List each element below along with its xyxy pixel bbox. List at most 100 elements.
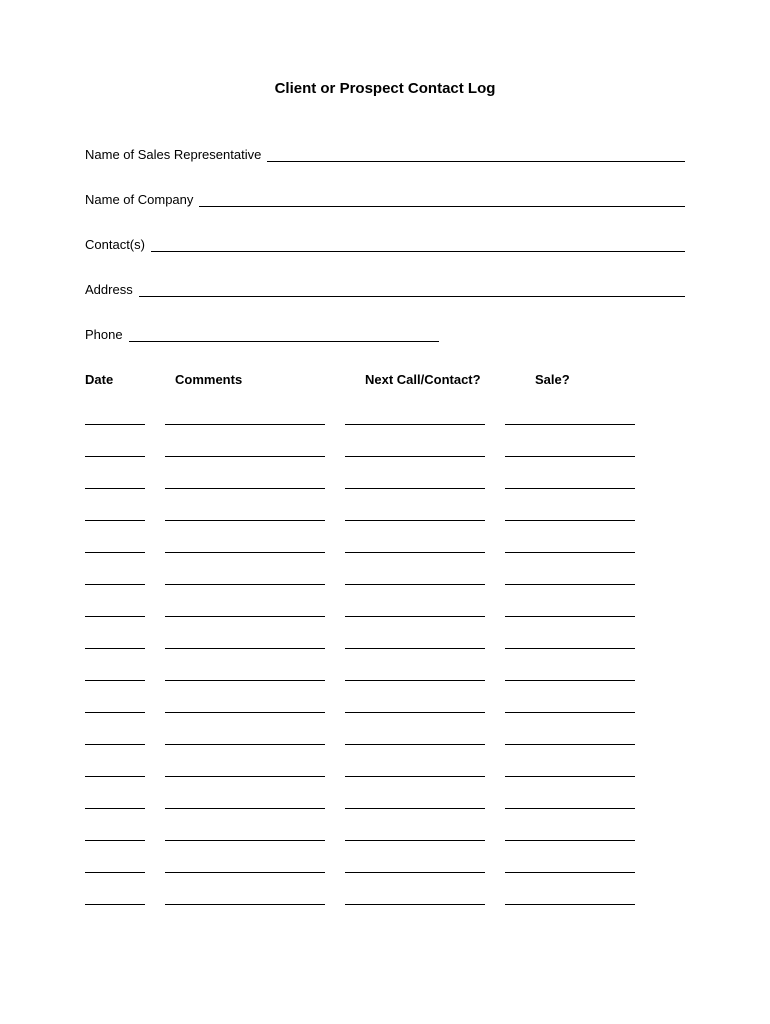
page-title: Client or Prospect Contact Log xyxy=(85,80,685,97)
cell-sale[interactable] xyxy=(505,701,635,713)
company-field: Name of Company xyxy=(85,192,685,207)
cell-sale[interactable] xyxy=(505,669,635,681)
cell-date[interactable] xyxy=(85,829,145,841)
cell-next[interactable] xyxy=(345,797,485,809)
cell-next[interactable] xyxy=(345,765,485,777)
phone-line[interactable] xyxy=(129,328,439,342)
header-next: Next Call/Contact? xyxy=(365,372,535,387)
cell-date[interactable] xyxy=(85,605,145,617)
cell-date[interactable] xyxy=(85,669,145,681)
company-label: Name of Company xyxy=(85,192,193,207)
phone-label: Phone xyxy=(85,327,123,342)
contacts-field: Contact(s) xyxy=(85,237,685,252)
cell-sale[interactable] xyxy=(505,829,635,841)
address-line[interactable] xyxy=(139,283,685,297)
table-row xyxy=(85,445,685,457)
table-row xyxy=(85,637,685,649)
cell-comments[interactable] xyxy=(165,733,325,745)
cell-sale[interactable] xyxy=(505,509,635,521)
cell-date[interactable] xyxy=(85,637,145,649)
cell-sale[interactable] xyxy=(505,637,635,649)
sales-rep-field: Name of Sales Representative xyxy=(85,147,685,162)
cell-comments[interactable] xyxy=(165,861,325,873)
cell-next[interactable] xyxy=(345,445,485,457)
cell-date[interactable] xyxy=(85,861,145,873)
table-row xyxy=(85,765,685,777)
cell-date[interactable] xyxy=(85,445,145,457)
table-row xyxy=(85,669,685,681)
table-row xyxy=(85,541,685,553)
cell-comments[interactable] xyxy=(165,509,325,521)
header-date: Date xyxy=(85,372,175,387)
cell-sale[interactable] xyxy=(505,893,635,905)
cell-comments[interactable] xyxy=(165,573,325,585)
table-row xyxy=(85,797,685,809)
cell-comments[interactable] xyxy=(165,829,325,841)
table-row xyxy=(85,509,685,521)
cell-sale[interactable] xyxy=(505,413,635,425)
cell-date[interactable] xyxy=(85,797,145,809)
cell-sale[interactable] xyxy=(505,797,635,809)
cell-comments[interactable] xyxy=(165,669,325,681)
cell-sale[interactable] xyxy=(505,733,635,745)
cell-sale[interactable] xyxy=(505,861,635,873)
cell-sale[interactable] xyxy=(505,541,635,553)
cell-comments[interactable] xyxy=(165,893,325,905)
address-field: Address xyxy=(85,282,685,297)
cell-comments[interactable] xyxy=(165,477,325,489)
cell-sale[interactable] xyxy=(505,605,635,617)
cell-comments[interactable] xyxy=(165,605,325,617)
cell-next[interactable] xyxy=(345,893,485,905)
sales-rep-line[interactable] xyxy=(267,148,685,162)
cell-date[interactable] xyxy=(85,413,145,425)
cell-sale[interactable] xyxy=(505,445,635,457)
table-header: Date Comments Next Call/Contact? Sale? xyxy=(85,372,685,387)
cell-comments[interactable] xyxy=(165,701,325,713)
cell-next[interactable] xyxy=(345,541,485,553)
cell-comments[interactable] xyxy=(165,445,325,457)
cell-date[interactable] xyxy=(85,509,145,521)
contacts-line[interactable] xyxy=(151,238,685,252)
cell-date[interactable] xyxy=(85,733,145,745)
cell-next[interactable] xyxy=(345,605,485,617)
cell-date[interactable] xyxy=(85,893,145,905)
cell-date[interactable] xyxy=(85,701,145,713)
cell-next[interactable] xyxy=(345,829,485,841)
company-line[interactable] xyxy=(199,193,685,207)
cell-date[interactable] xyxy=(85,541,145,553)
header-sale: Sale? xyxy=(535,372,665,387)
sales-rep-label: Name of Sales Representative xyxy=(85,147,261,162)
cell-next[interactable] xyxy=(345,413,485,425)
cell-next[interactable] xyxy=(345,573,485,585)
table-row xyxy=(85,893,685,905)
cell-comments[interactable] xyxy=(165,413,325,425)
cell-next[interactable] xyxy=(345,477,485,489)
cell-next[interactable] xyxy=(345,637,485,649)
cell-next[interactable] xyxy=(345,669,485,681)
table-body xyxy=(85,413,685,905)
cell-comments[interactable] xyxy=(165,541,325,553)
header-comments: Comments xyxy=(175,372,365,387)
phone-field: Phone xyxy=(85,327,685,342)
cell-comments[interactable] xyxy=(165,797,325,809)
table-row xyxy=(85,573,685,585)
table-row xyxy=(85,861,685,873)
table-row xyxy=(85,701,685,713)
cell-comments[interactable] xyxy=(165,637,325,649)
cell-sale[interactable] xyxy=(505,573,635,585)
table-row xyxy=(85,477,685,489)
cell-next[interactable] xyxy=(345,861,485,873)
table-row xyxy=(85,605,685,617)
cell-date[interactable] xyxy=(85,573,145,585)
cell-next[interactable] xyxy=(345,509,485,521)
table-row xyxy=(85,413,685,425)
cell-next[interactable] xyxy=(345,701,485,713)
cell-sale[interactable] xyxy=(505,477,635,489)
cell-next[interactable] xyxy=(345,733,485,745)
table-row xyxy=(85,829,685,841)
table-row xyxy=(85,733,685,745)
cell-comments[interactable] xyxy=(165,765,325,777)
cell-date[interactable] xyxy=(85,477,145,489)
cell-date[interactable] xyxy=(85,765,145,777)
cell-sale[interactable] xyxy=(505,765,635,777)
